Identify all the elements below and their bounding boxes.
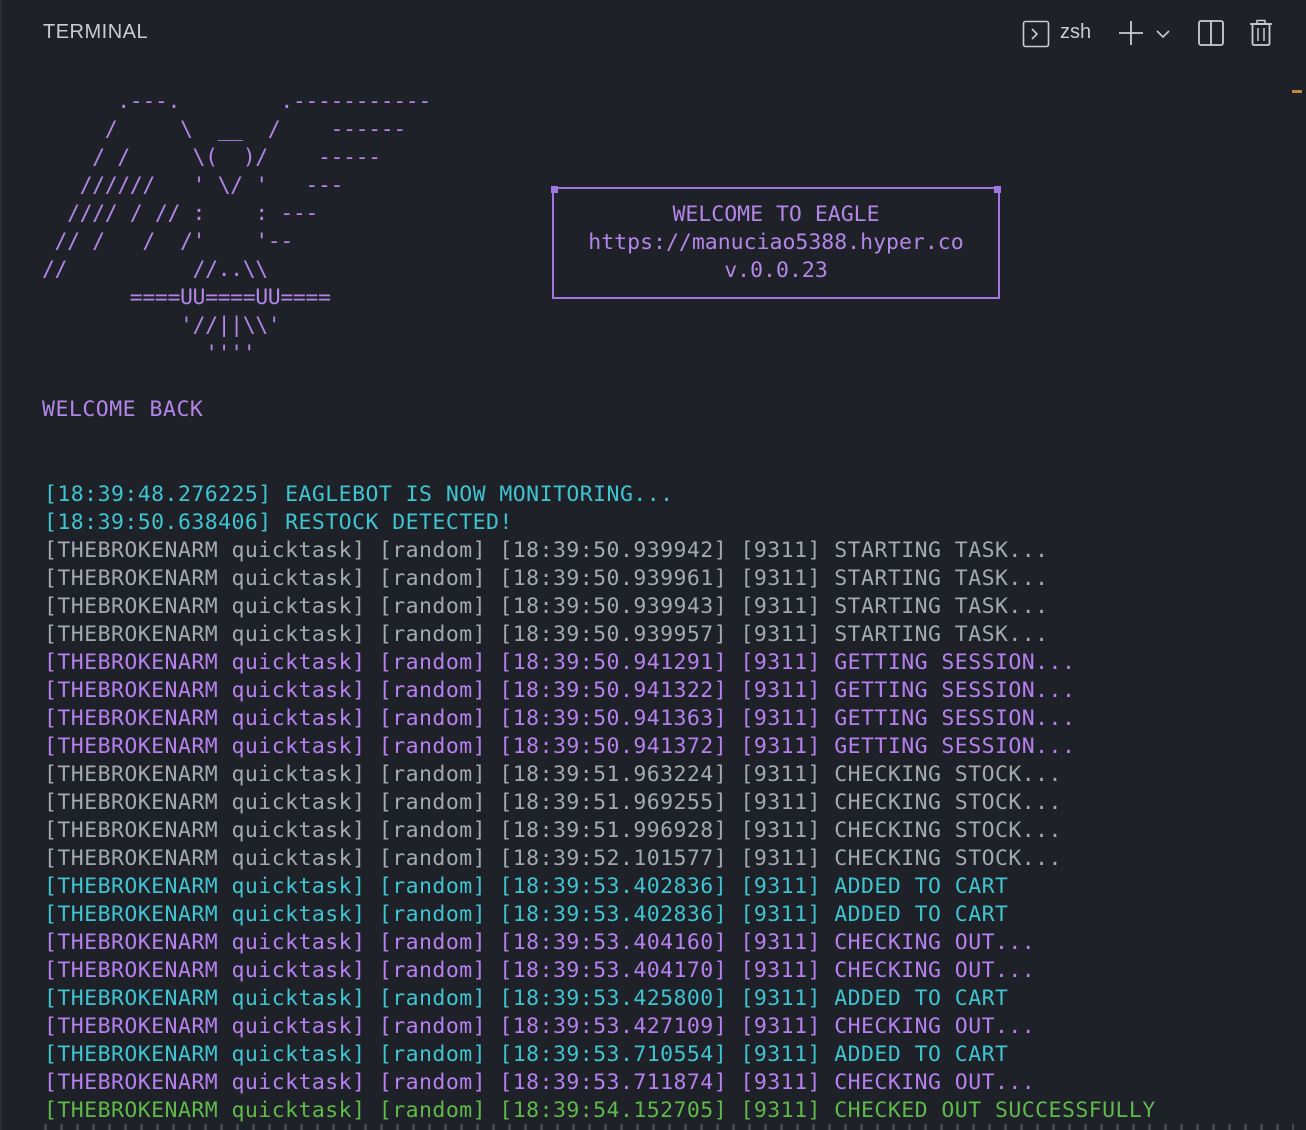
eagle-ascii-art: .---. .----------- / \ __ / ------ / / \… bbox=[42, 89, 431, 366]
box-corner bbox=[551, 186, 558, 193]
log-line: [THEBROKENARM quicktask] [random] [18:39… bbox=[44, 1070, 1036, 1095]
terminal-log[interactable]: [18:39:48.276225] EAGLEBOT IS NOW MONITO… bbox=[44, 481, 1156, 1125]
log-line: [THEBROKENARM quicktask] [random] [18:39… bbox=[44, 734, 1076, 759]
panel-title[interactable]: TERMINAL bbox=[43, 21, 148, 44]
log-line: [THEBROKENARM quicktask] [random] [18:39… bbox=[44, 622, 1049, 647]
log-line: [THEBROKENARM quicktask] [random] [18:39… bbox=[44, 678, 1076, 703]
panel-left-border bbox=[0, 0, 2, 1130]
log-line: [THEBROKENARM quicktask] [random] [18:39… bbox=[44, 790, 1062, 815]
log-line: [THEBROKENARM quicktask] [random] [18:39… bbox=[44, 650, 1076, 675]
log-line: [THEBROKENARM quicktask] [random] [18:39… bbox=[44, 986, 1009, 1011]
terminal-icon[interactable] bbox=[1021, 19, 1051, 49]
welcome-back-text: WELCOME BACK bbox=[42, 397, 204, 422]
log-line: [THEBROKENARM quicktask] [random] [18:39… bbox=[44, 958, 1036, 983]
terminal-panel-header: TERMINAL zsh bbox=[0, 0, 1306, 66]
log-line: [THEBROKENARM quicktask] [random] [18:39… bbox=[44, 762, 1062, 787]
split-icon[interactable] bbox=[1196, 18, 1226, 48]
log-line: [18:39:48.276225] EAGLEBOT IS NOW MONITO… bbox=[44, 482, 674, 507]
plus-icon[interactable] bbox=[1116, 18, 1146, 48]
log-line: [THEBROKENARM quicktask] [random] [18:39… bbox=[44, 566, 1049, 591]
log-line: [THEBROKENARM quicktask] [random] [18:39… bbox=[44, 538, 1049, 563]
clipped-log-line bbox=[44, 1124, 1294, 1130]
welcome-version: v.0.0.23 bbox=[724, 258, 828, 283]
shell-name[interactable]: zsh bbox=[1060, 21, 1091, 44]
log-line: [THEBROKENARM quicktask] [random] [18:39… bbox=[44, 846, 1062, 871]
chevron-down-icon[interactable] bbox=[1153, 24, 1173, 44]
log-line: [THEBROKENARM quicktask] [random] [18:39… bbox=[44, 706, 1076, 731]
log-line: [THEBROKENARM quicktask] [random] [18:39… bbox=[44, 930, 1036, 955]
log-line: [THEBROKENARM quicktask] [random] [18:39… bbox=[44, 818, 1062, 843]
trash-icon[interactable] bbox=[1247, 18, 1275, 48]
welcome-url: https://manuciao5388.hyper.co bbox=[588, 230, 964, 255]
log-line: [THEBROKENARM quicktask] [random] [18:39… bbox=[44, 1042, 1009, 1067]
box-corner bbox=[994, 186, 1001, 193]
welcome-box: WELCOME TO EAGLE https://manuciao5388.hy… bbox=[551, 186, 1001, 299]
log-line: [THEBROKENARM quicktask] [random] [18:39… bbox=[44, 902, 1009, 927]
log-line: [THEBROKENARM quicktask] [random] [18:39… bbox=[44, 594, 1049, 619]
log-line: [THEBROKENARM quicktask] [random] [18:39… bbox=[44, 1098, 1156, 1123]
welcome-title: WELCOME TO EAGLE bbox=[672, 202, 880, 227]
scrollbar-marker[interactable] bbox=[1292, 90, 1302, 93]
log-line: [18:39:50.638406] RESTOCK DETECTED! bbox=[44, 510, 513, 535]
log-line: [THEBROKENARM quicktask] [random] [18:39… bbox=[44, 1014, 1036, 1039]
log-line: [THEBROKENARM quicktask] [random] [18:39… bbox=[44, 874, 1009, 899]
